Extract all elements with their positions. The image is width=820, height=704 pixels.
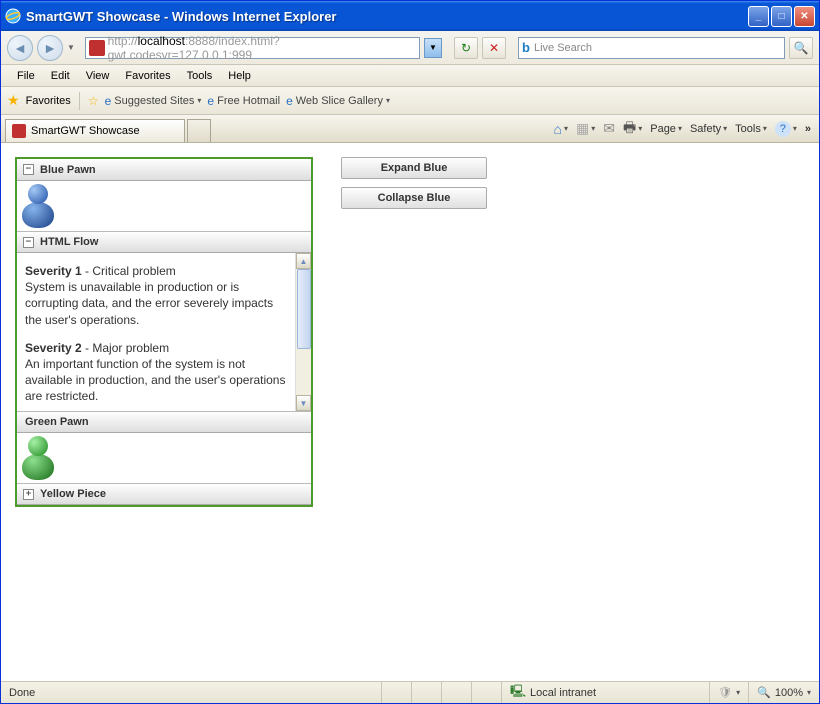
window-title: SmartGWT Showcase - Windows Internet Exp…: [26, 9, 748, 24]
expand-blue-button[interactable]: Expand Blue: [341, 157, 487, 179]
green-pawn-icon: [20, 436, 56, 480]
scroll-up-button[interactable]: ▲: [296, 253, 311, 269]
nav-history-dropdown[interactable]: ▼: [67, 43, 81, 52]
ie-small-icon: e: [105, 94, 112, 108]
collapse-icon: −: [23, 237, 34, 248]
status-text: Done: [1, 687, 381, 699]
rss-icon: ▦: [576, 120, 589, 137]
section-header-yellow-piece[interactable]: + Yellow Piece: [17, 483, 311, 505]
favlink-suggested-sites[interactable]: eSuggested Sites ▾: [105, 94, 202, 108]
nav-toolbar: ◄ ► ▼ http://localhost:8888/index.html?g…: [1, 31, 819, 65]
status-cell: [381, 682, 411, 703]
collapse-blue-button[interactable]: Collapse Blue: [341, 187, 487, 209]
favorites-star-icon[interactable]: ★: [7, 92, 20, 109]
expand-icon: +: [23, 489, 34, 500]
section-title: Green Pawn: [25, 416, 89, 428]
print-button[interactable]: 🖶▾: [619, 115, 646, 143]
section-title: HTML Flow: [40, 236, 98, 248]
section-body-blue-pawn: [17, 181, 311, 231]
address-dropdown[interactable]: ▼: [424, 38, 442, 58]
status-cell: [471, 682, 501, 703]
home-button[interactable]: ⌂▾: [550, 119, 572, 139]
forward-button[interactable]: ►: [37, 35, 63, 61]
section-header-html-flow[interactable]: − HTML Flow: [17, 231, 311, 253]
globe-icon: 🖳: [510, 682, 526, 703]
page-favicon-icon: [89, 40, 105, 56]
menu-file[interactable]: File: [9, 68, 43, 84]
search-go-button[interactable]: 🔍: [789, 37, 813, 59]
section-stack: − Blue Pawn − HTML Flow Severity 1 - Cri…: [15, 157, 313, 507]
section-header-green-pawn[interactable]: Green Pawn: [17, 411, 311, 433]
tab-favicon-icon: [12, 124, 26, 138]
new-tab-button[interactable]: [187, 119, 211, 142]
address-text: http://localhost:8888/index.html?gwt.cod…: [108, 34, 416, 62]
ie-small-icon: e: [286, 94, 293, 108]
safety-menu[interactable]: Safety ▾: [686, 121, 731, 137]
favorites-label[interactable]: Favorites: [26, 95, 71, 107]
zoom-control[interactable]: 🔍 100% ▾: [748, 682, 819, 703]
search-placeholder: Live Search: [534, 42, 592, 54]
bing-icon: b: [522, 40, 530, 55]
mail-icon: ✉: [603, 120, 615, 137]
status-cell: [441, 682, 471, 703]
feeds-button[interactable]: ▦▾: [572, 118, 599, 139]
help-icon: ?: [775, 121, 791, 137]
browser-window: SmartGWT Showcase - Windows Internet Exp…: [0, 0, 820, 704]
page-content: − Blue Pawn − HTML Flow Severity 1 - Cri…: [1, 143, 819, 681]
tab-title: SmartGWT Showcase: [31, 125, 140, 137]
close-button[interactable]: ✕: [794, 6, 815, 27]
menu-help[interactable]: Help: [220, 68, 259, 84]
zoom-icon: 🔍: [757, 686, 771, 699]
protected-mode[interactable]: 🛡▾: [709, 682, 748, 703]
scroll-down-button[interactable]: ▼: [296, 395, 311, 411]
scrollbar: ▲ ▼: [295, 253, 311, 411]
address-bar[interactable]: http://localhost:8888/index.html?gwt.cod…: [85, 37, 420, 59]
favlink-web-slice[interactable]: eWeb Slice Gallery ▾: [286, 94, 390, 108]
menu-edit[interactable]: Edit: [43, 68, 78, 84]
back-button[interactable]: ◄: [7, 35, 33, 61]
ie-small-icon: e: [207, 94, 214, 108]
section-title: Blue Pawn: [40, 164, 96, 176]
maximize-button[interactable]: □: [771, 6, 792, 27]
html-flow-text: Severity 1 - Critical problemSystem is u…: [17, 253, 295, 411]
section-title: Yellow Piece: [40, 488, 106, 500]
print-icon: 🖶: [623, 117, 636, 141]
toolbar-overflow[interactable]: »: [801, 123, 815, 135]
section-header-blue-pawn[interactable]: − Blue Pawn: [17, 159, 311, 181]
security-zone[interactable]: 🖳 Local intranet: [501, 682, 709, 703]
tab-bar: SmartGWT Showcase ⌂▾ ▦▾ ✉ 🖶▾ Page ▾ Safe…: [1, 115, 819, 143]
home-icon: ⌂: [554, 121, 562, 137]
status-bar: Done 🖳 Local intranet 🛡▾ 🔍 100% ▾: [1, 681, 819, 703]
scroll-thumb[interactable]: [297, 269, 311, 349]
add-favorite-icon[interactable]: ☆: [88, 94, 99, 108]
read-mail-button[interactable]: ✉: [599, 118, 619, 139]
refresh-button[interactable]: ↻: [454, 37, 478, 59]
shield-icon: 🛡: [718, 686, 732, 699]
favlink-free-hotmail[interactable]: eFree Hotmail: [207, 94, 280, 108]
blue-pawn-icon: [20, 184, 56, 228]
status-cell: [411, 682, 441, 703]
tab-smartgwt-showcase[interactable]: SmartGWT Showcase: [5, 119, 185, 142]
search-box[interactable]: b Live Search: [518, 37, 785, 59]
window-controls: _ □ ✕: [748, 6, 815, 27]
titlebar: SmartGWT Showcase - Windows Internet Exp…: [1, 1, 819, 31]
page-menu[interactable]: Page ▾: [646, 121, 686, 137]
help-button[interactable]: ?▾: [771, 119, 801, 139]
favorites-bar: ★ Favorites ☆ eSuggested Sites ▾ eFree H…: [1, 87, 819, 115]
menu-bar: File Edit View Favorites Tools Help: [1, 65, 819, 87]
ie-logo-icon: [5, 8, 21, 24]
section-body-html-flow: Severity 1 - Critical problemSystem is u…: [17, 253, 311, 411]
minimize-button[interactable]: _: [748, 6, 769, 27]
menu-tools[interactable]: Tools: [179, 68, 221, 84]
collapse-icon: −: [23, 164, 34, 175]
menu-favorites[interactable]: Favorites: [117, 68, 178, 84]
menu-view[interactable]: View: [78, 68, 118, 84]
stop-button[interactable]: ✕: [482, 37, 506, 59]
action-buttons: Expand Blue Collapse Blue: [341, 157, 487, 209]
section-body-green-pawn: [17, 433, 311, 483]
tools-menu[interactable]: Tools ▾: [731, 121, 771, 137]
